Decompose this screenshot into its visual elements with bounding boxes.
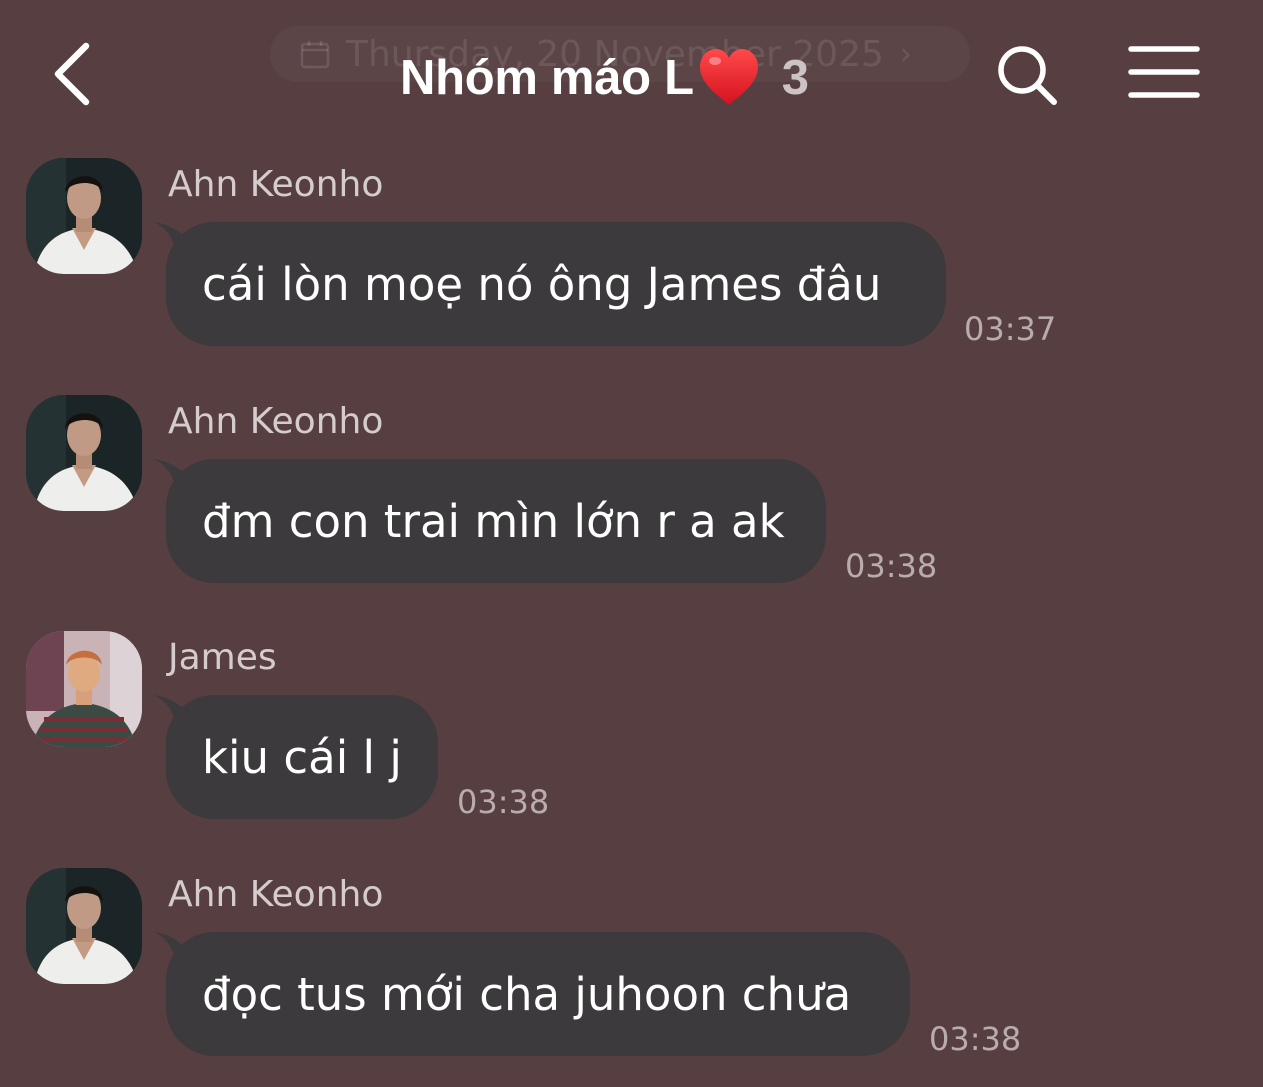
- menu-button[interactable]: [1128, 44, 1200, 100]
- avatar-photo: [26, 868, 142, 984]
- chevron-right-icon: ›: [899, 36, 912, 72]
- calendar-icon: [300, 41, 330, 69]
- back-button[interactable]: [46, 38, 102, 110]
- chat-header: Thursday, 20 November 2025 › Nhóm máo L …: [0, 0, 1263, 150]
- sender-name: Ahn Keonho: [168, 164, 384, 205]
- sender-name: Ahn Keonho: [168, 401, 384, 442]
- chat-title[interactable]: Nhóm máo L 3: [400, 42, 809, 114]
- avatar[interactable]: [26, 158, 142, 274]
- menu-icon: [1128, 46, 1200, 98]
- sender-name: Ahn Keonho: [168, 874, 384, 915]
- message-bubble[interactable]: đọc tus mới cha juhoon chưa: [166, 932, 910, 1056]
- message-time: 03:38: [929, 1020, 1022, 1058]
- avatar[interactable]: [26, 631, 142, 747]
- heart-emoji-icon: [699, 49, 758, 105]
- member-count: 3: [781, 51, 809, 105]
- message-bubble[interactable]: đm con trai mìn lớn r a ak: [166, 459, 826, 583]
- message-bubble[interactable]: kiu cái l j: [166, 695, 438, 819]
- chevron-left-icon: [54, 42, 90, 106]
- message-time: 03:38: [845, 547, 938, 585]
- group-name: Nhóm máo L: [400, 51, 694, 105]
- avatar-photo: [26, 158, 142, 274]
- search-button[interactable]: [994, 42, 1060, 108]
- avatar-photo: [26, 631, 142, 747]
- avatar-photo: [26, 395, 142, 511]
- message-time: 03:37: [964, 310, 1057, 348]
- search-icon: [998, 46, 1057, 105]
- avatar[interactable]: [26, 395, 142, 511]
- message-bubble[interactable]: cái lòn moẹ nó ông James đâu: [166, 222, 946, 346]
- sender-name: James: [168, 637, 277, 678]
- message-time: 03:38: [457, 783, 550, 821]
- avatar[interactable]: [26, 868, 142, 984]
